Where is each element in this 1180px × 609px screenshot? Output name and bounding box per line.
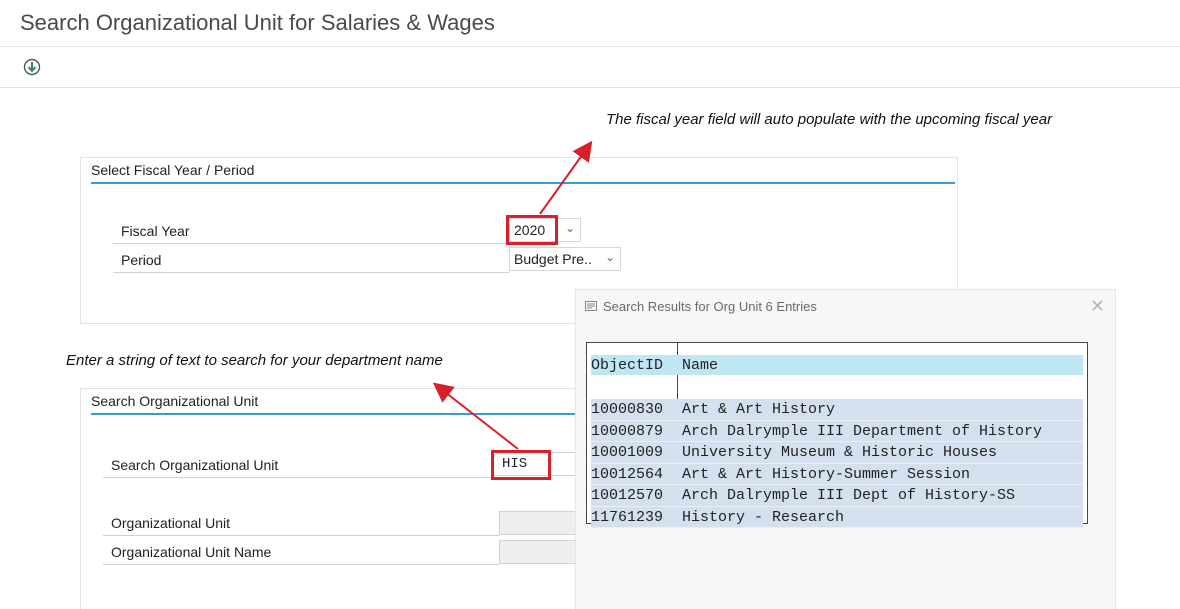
results-table: ObjectID Name 10000830 Art & Art History… (586, 342, 1088, 528)
title-bar: Search Organizational Unit for Salaries … (0, 0, 1180, 47)
row-name: Art & Art History-Summer Session (682, 465, 971, 483)
fiscal-period-panel-header: Select Fiscal Year / Period (91, 158, 955, 184)
row-name: Arch Dalrymple III Dept of History-SS (682, 487, 1016, 504)
row-name: History - Research (682, 508, 845, 526)
row-name: Art & Art History (682, 401, 836, 418)
org-unit-name-field[interactable] (499, 540, 579, 564)
chevron-down-icon: ⌄ (604, 250, 615, 264)
fiscal-year-annotation: The fiscal year field will auto populate… (606, 111, 1053, 128)
org-unit-label: Organizational Unit (111, 515, 231, 531)
row-objectid: 10012564 (591, 465, 664, 483)
list-icon (585, 301, 597, 311)
row-name: University Museum & Historic Houses (682, 444, 998, 461)
period-label: Period (121, 252, 162, 268)
org-unit-name-row-line (103, 564, 499, 565)
search-annotation: Enter a string of text to search for you… (66, 352, 443, 369)
row-objectid: 10000879 (591, 422, 664, 440)
table-row[interactable]: 10000879 Arch Dalrymple III Department o… (591, 420, 1083, 442)
search-org-panel-title: Search Organizational Unit (91, 393, 259, 409)
table-row[interactable]: 10012570 Arch Dalrymple III Dept of Hist… (591, 485, 1083, 507)
row-name: Arch Dalrymple III Department of History (682, 422, 1043, 440)
search-org-panel-header: Search Organizational Unit (91, 389, 579, 415)
column-header-name[interactable]: Name (682, 357, 718, 374)
search-org-label: Search Organizational Unit (111, 457, 279, 473)
org-unit-field[interactable] (499, 511, 579, 535)
search-results-title: Search Results for Org Unit 6 Entries (603, 299, 817, 314)
search-results-dialog-header: Search Results for Org Unit 6 Entries ✕ (576, 290, 1115, 324)
chevron-down-icon: ⌄ (564, 221, 575, 235)
org-unit-row-line (103, 535, 499, 536)
results-rows: 10000830 Art & Art History 10000879 Arch… (591, 399, 1083, 528)
row-objectid: 10001009 (591, 444, 664, 461)
page-title: Search Organizational Unit for Salaries … (20, 10, 495, 35)
search-results-dialog: Search Results for Org Unit 6 Entries ✕ … (575, 289, 1116, 609)
org-unit-name-label: Organizational Unit Name (111, 544, 272, 560)
search-org-row-line (103, 477, 493, 478)
period-dropdown[interactable]: Budget Pre.. ⌄ (509, 247, 621, 271)
search-org-panel: Search Organizational Unit Search Organi… (80, 388, 582, 609)
search-input-highlight-box (491, 450, 551, 480)
table-row[interactable]: 11761239 History - Research (591, 506, 1083, 528)
fiscal-year-label: Fiscal Year (121, 223, 190, 239)
toolbar (0, 47, 1180, 88)
row-objectid: 11761239 (591, 508, 664, 526)
period-value: Budget Pre.. (514, 251, 592, 267)
column-header-objectid[interactable]: ObjectID (591, 357, 663, 374)
row-objectid: 10012570 (591, 487, 664, 504)
execute-icon[interactable] (22, 57, 42, 77)
row-objectid: 10000830 (591, 401, 664, 418)
table-row[interactable]: 10012564 Art & Art History-Summer Sessio… (591, 463, 1083, 485)
close-icon[interactable]: ✕ (1090, 296, 1105, 317)
fiscal-year-highlight-box (506, 215, 558, 245)
table-row[interactable]: 10000830 Art & Art History (591, 399, 1083, 421)
fiscal-year-row-line (113, 243, 509, 244)
fiscal-period-panel-title: Select Fiscal Year / Period (91, 162, 255, 178)
table-row[interactable]: 10001009 University Museum & Historic Ho… (591, 442, 1083, 464)
period-row-line (113, 272, 509, 273)
results-header-row: ObjectID Name (591, 355, 1083, 375)
